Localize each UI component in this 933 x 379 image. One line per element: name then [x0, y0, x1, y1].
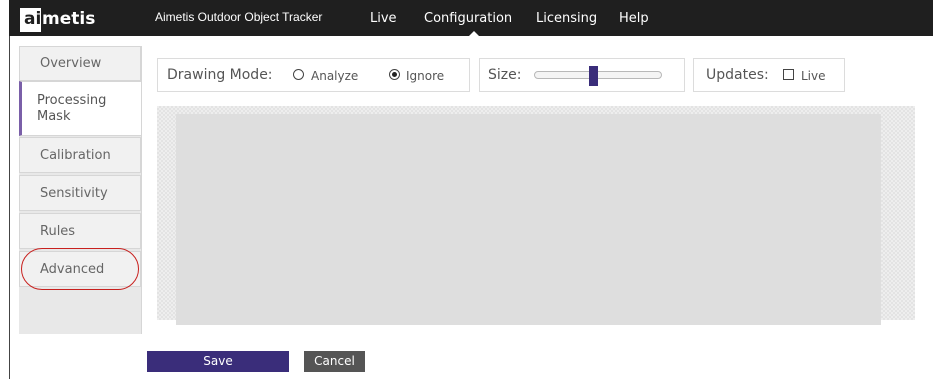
tab-calibration[interactable]: Calibration — [19, 137, 141, 173]
logo-ai-text: ai — [24, 9, 42, 29]
save-button[interactable]: Save — [147, 351, 289, 372]
tab-advanced-label: Advanced — [40, 262, 105, 277]
size-group: Size: — [479, 58, 685, 92]
size-label: Size: — [488, 67, 522, 83]
nav-help[interactable]: Help — [619, 11, 649, 26]
live-checkbox[interactable] — [783, 69, 794, 80]
active-nav-caret-icon — [469, 31, 479, 36]
analyze-label[interactable]: Analyze — [311, 69, 358, 83]
cancel-button[interactable]: Cancel — [304, 351, 365, 372]
top-bar: ai metis Aimetis Outdoor Object Tracker … — [9, 0, 933, 36]
nav-configuration[interactable]: Configuration — [424, 11, 512, 26]
tab-rules-label: Rules — [40, 224, 76, 239]
app-title: Aimetis Outdoor Object Tracker — [155, 10, 323, 24]
drawing-mode-group: Drawing Mode: Analyze Ignore — [157, 58, 470, 92]
tab-calibration-label: Calibration — [40, 148, 111, 163]
tab-overview[interactable]: Overview — [19, 46, 141, 81]
nav-live[interactable]: Live — [370, 11, 397, 26]
ignore-radio[interactable] — [389, 69, 400, 80]
aimetis-logo: ai metis — [20, 8, 99, 32]
analyze-radio[interactable] — [293, 69, 304, 80]
ignore-label[interactable]: Ignore — [406, 69, 444, 83]
tab-sensitivity[interactable]: Sensitivity — [19, 175, 141, 211]
drawing-mode-label: Drawing Mode: — [167, 67, 273, 83]
tab-rules[interactable]: Rules — [19, 213, 141, 249]
mask-ignore-region[interactable] — [176, 114, 881, 325]
tab-advanced[interactable]: Advanced — [19, 251, 141, 287]
updates-label: Updates: — [706, 67, 769, 83]
tab-processing-mask[interactable]: Processing Mask — [19, 81, 141, 136]
live-label[interactable]: Live — [801, 69, 826, 83]
tab-sensitivity-label: Sensitivity — [40, 186, 108, 201]
logo-metis-text: metis — [42, 9, 96, 29]
nav-licensing[interactable]: Licensing — [536, 11, 597, 26]
size-slider[interactable] — [534, 71, 662, 79]
size-slider-thumb[interactable] — [588, 66, 598, 86]
page-left-border — [9, 36, 10, 379]
updates-group: Updates: Live — [693, 58, 845, 92]
tab-overview-label: Overview — [40, 56, 102, 71]
tab-processing-mask-label: Processing Mask — [37, 93, 107, 124]
